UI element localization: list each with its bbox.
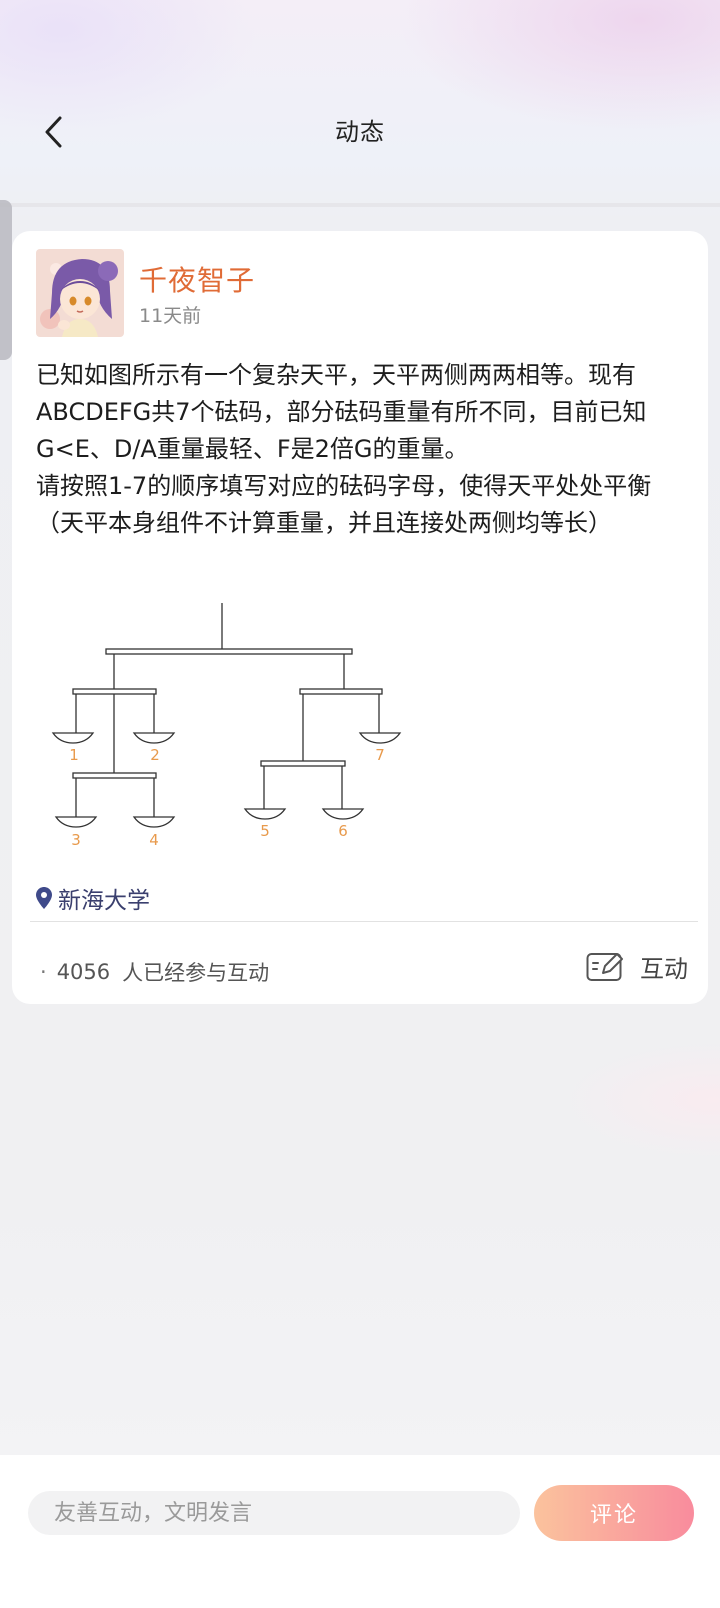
pan-label-4: 4	[149, 831, 159, 849]
post-time: 11天前	[139, 305, 202, 327]
post-paragraph: 请按照1-7的顺序填写对应的砝码字母，使得天平处处平衡（天平本身组件不计算重量，…	[36, 472, 652, 537]
post-paragraph: 已知如图所示有一个复杂天平，天平两侧两两相等。现有ABCDEFG共7个砝码，部分…	[36, 361, 647, 463]
pan-label-2: 2	[150, 746, 160, 764]
location-pin-icon	[36, 887, 52, 909]
page-title: 动态	[335, 118, 385, 146]
edit-note-icon	[586, 952, 623, 981]
background-decoration	[560, 1040, 720, 1160]
pan-label-3: 3	[71, 831, 81, 849]
avatar[interactable]	[36, 249, 124, 337]
participants-count: 4056	[56, 960, 111, 984]
post-body: 已知如图所示有一个复杂天平，天平两侧两两相等。现有ABCDEFG共7个砝码，部分…	[36, 357, 696, 542]
interact-label: 互动	[640, 955, 688, 983]
post-detail-page: 动态 千夜智子 11天前 已知如图所示有一个复杂天平，天平两侧两两相等。现有AB…	[0, 0, 720, 1608]
location-tag[interactable]: 新海大学	[36, 881, 150, 915]
comment-submit-button[interactable]: 评论	[534, 1485, 694, 1541]
bullet-dot: ·	[40, 960, 47, 984]
pan-label-7: 7	[375, 746, 385, 764]
post-card: 千夜智子 11天前 已知如图所示有一个复杂天平，天平两侧两两相等。现有ABCDE…	[12, 231, 708, 1004]
pan-label-6: 6	[338, 822, 348, 840]
balance-diagram: 1 2 3 4 5 6 7	[51, 603, 402, 849]
comment-input[interactable]	[28, 1491, 520, 1535]
header-divider	[0, 203, 720, 207]
side-drawer-handle[interactable]	[0, 200, 12, 360]
pan-label-5: 5	[260, 822, 270, 840]
pan-label-1: 1	[69, 746, 79, 764]
header: 动态	[0, 86, 720, 178]
author-name[interactable]: 千夜智子	[139, 259, 255, 299]
location-label: 新海大学	[58, 888, 150, 914]
comment-bar: 评论	[0, 1455, 720, 1608]
interact-button[interactable]: 互动	[586, 949, 688, 984]
participants-text: 人已经参与互动	[122, 961, 270, 985]
participants-summary: · 4056 人已经参与互动	[40, 957, 269, 987]
card-divider	[30, 921, 698, 922]
